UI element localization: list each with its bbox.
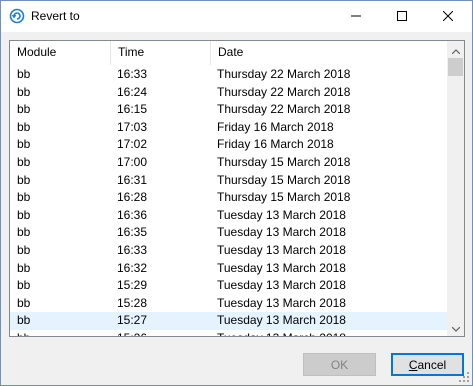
list-row[interactable]: bb 15:29 Tuesday 13 March 2018 [10, 277, 447, 295]
row-time-cell: 15:28 [117, 295, 148, 310]
row-module-cell: bb [17, 278, 31, 293]
row-time-cell: 16:33 [117, 242, 148, 257]
chevron-up-icon [451, 43, 460, 57]
minimize-button[interactable] [333, 1, 379, 32]
revision-list[interactable]: Module Time Date bb 16:33 Thursday 22 Marc… [9, 40, 465, 337]
column-header-time[interactable]: Time [111, 41, 211, 65]
row-date-cell: Thursday 22 March 2018 [217, 84, 351, 99]
row-time-cell: 16:24 [117, 84, 148, 99]
row-time-cell: 16:36 [117, 207, 148, 222]
row-module-cell: bb [17, 242, 31, 257]
row-time-cell: 16:31 [117, 172, 148, 187]
cancel-button[interactable]: Cancel [391, 353, 464, 376]
revert-app-icon [9, 8, 25, 24]
row-date-cell: Friday 16 March 2018 [217, 119, 334, 134]
chevron-down-icon [451, 321, 460, 335]
scroll-down-button[interactable] [447, 319, 464, 336]
minimize-icon [351, 10, 361, 24]
row-module-cell: bb [17, 207, 31, 222]
row-module-cell: bb [17, 67, 31, 81]
row-module-cell: bb [17, 172, 31, 187]
list-row[interactable]: bb 15:28 Tuesday 13 March 2018 [10, 295, 447, 313]
list-row[interactable]: bb15:26Tuesday 13 March 2018 [10, 330, 447, 336]
row-time-cell: 16:15 [117, 102, 148, 117]
maximize-button[interactable] [379, 1, 425, 32]
row-module-cell: bb [17, 295, 31, 310]
list-row[interactable]: bb 17:03 Friday 16 March 2018 [10, 119, 447, 137]
list-header: Module Time Date [10, 41, 447, 65]
row-date-cell: Tuesday 13 March 2018 [217, 295, 346, 310]
title-bar[interactable]: Revert to [1, 1, 472, 32]
row-time-cell: 16:28 [117, 190, 148, 205]
row-time-cell: 15:29 [117, 278, 148, 293]
list-row[interactable]: bb 16:33 Tuesday 13 March 2018 [10, 242, 447, 260]
row-module-cell: bb [10, 330, 111, 336]
row-time-cell: 16:32 [117, 260, 148, 275]
row-time-cell: 17:02 [117, 137, 148, 152]
row-time-cell: 16:35 [117, 225, 148, 240]
list-row[interactable]: bb 16:31 Thursday 15 March 2018 [10, 172, 447, 190]
list-row[interactable]: bb 16:33 Thursday 22 March 2018 [10, 66, 447, 84]
revert-dialog: Revert to Module Time Date bb 16:33 Thursd… [0, 0, 473, 386]
cancel-accelerator: C [408, 357, 418, 372]
row-module-cell: bb [17, 119, 31, 134]
list-rows: bb 16:33 Thursday 22 March 2018 bb 16:24 Thur… [10, 66, 447, 336]
column-header-date[interactable]: Date [211, 41, 447, 65]
row-date-cell: Tuesday 13 March 2018 [217, 313, 346, 328]
list-row[interactable]: bb 15:27 Tuesday 13 March 2018 [10, 312, 447, 330]
row-module-cell: bb [17, 137, 31, 152]
list-row[interactable]: bb 16:32 Tuesday 13 March 2018 [10, 260, 447, 278]
row-module-cell: bb [17, 84, 31, 99]
row-date-cell: Tuesday 13 March 2018 [217, 207, 346, 222]
list-row[interactable]: bb 17:00 Thursday 15 March 2018 [10, 154, 447, 172]
row-date-cell: Tuesday 13 March 2018 [217, 225, 346, 240]
row-time-cell: 15:27 [117, 313, 148, 328]
list-row[interactable]: bb 16:28 Thursday 15 March 2018 [10, 189, 447, 207]
list-row[interactable]: bb 16:36 Tuesday 13 March 2018 [10, 207, 447, 225]
cancel-label: ancel [417, 357, 447, 372]
scrollbar-thumb[interactable] [448, 58, 463, 76]
row-module-cell: bb [17, 102, 31, 117]
scroll-up-button[interactable] [447, 41, 464, 58]
row-time-cell: 16:33 [117, 67, 148, 81]
row-date-cell: Thursday 15 March 2018 [217, 190, 351, 205]
list-row[interactable]: bb 17:02 Friday 16 March 2018 [10, 136, 447, 154]
row-date-cell: Thursday 22 March 2018 [217, 102, 351, 117]
row-time-cell: 15:26 [111, 330, 211, 336]
close-button[interactable] [425, 1, 471, 32]
row-date-cell: Tuesday 13 March 2018 [217, 242, 346, 257]
row-module-cell: bb [17, 154, 31, 169]
row-date-cell: Tuesday 13 March 2018 [217, 278, 346, 293]
row-date-cell: Tuesday 13 March 2018 [211, 330, 447, 336]
row-time-cell: 17:03 [117, 119, 148, 134]
row-date-cell: Friday 16 March 2018 [217, 137, 334, 152]
row-date-cell: Thursday 15 March 2018 [217, 154, 351, 169]
row-time-cell: 17:00 [117, 154, 148, 169]
window-title: Revert to [31, 9, 80, 23]
row-date-cell: Thursday 15 March 2018 [217, 172, 351, 187]
list-row[interactable]: bb 16:15 Thursday 22 March 2018 [10, 101, 447, 119]
vertical-scrollbar[interactable] [447, 41, 464, 336]
row-module-cell: bb [17, 190, 31, 205]
column-header-module[interactable]: Module [10, 41, 111, 65]
resize-grip-icon[interactable] [458, 371, 470, 383]
row-module-cell: bb [17, 260, 31, 275]
close-icon [442, 10, 454, 24]
list-row[interactable]: bb 16:35 Tuesday 13 March 2018 [10, 224, 447, 242]
row-module-cell: bb [17, 225, 31, 240]
ok-button[interactable]: OK [303, 353, 376, 376]
list-row[interactable]: bb 16:24 Thursday 22 March 2018 [10, 84, 447, 102]
row-date-cell: Thursday 22 March 2018 [217, 67, 351, 81]
row-module-cell: bb [17, 313, 31, 328]
row-date-cell: Tuesday 13 March 2018 [217, 260, 346, 275]
maximize-icon [397, 10, 407, 24]
